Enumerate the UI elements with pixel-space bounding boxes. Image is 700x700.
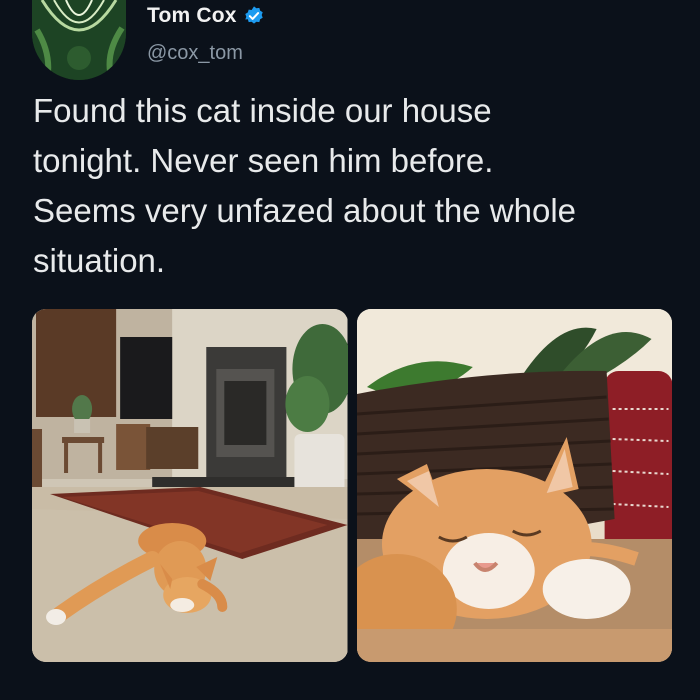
- avatar-image: [32, 0, 126, 80]
- photo-cat-closeup[interactable]: [356, 309, 672, 662]
- author-name-row: Tom Cox: [147, 4, 265, 28]
- media-grid: [32, 309, 672, 662]
- author-display-name[interactable]: Tom Cox: [147, 4, 237, 28]
- photo-living-room-cat[interactable]: [32, 309, 348, 662]
- avatar[interactable]: [32, 0, 126, 80]
- verified-badge-icon: [243, 5, 265, 27]
- author-handle[interactable]: @cox_tom: [147, 42, 243, 65]
- tweet-text: Found this cat inside our house tonight.…: [33, 92, 577, 279]
